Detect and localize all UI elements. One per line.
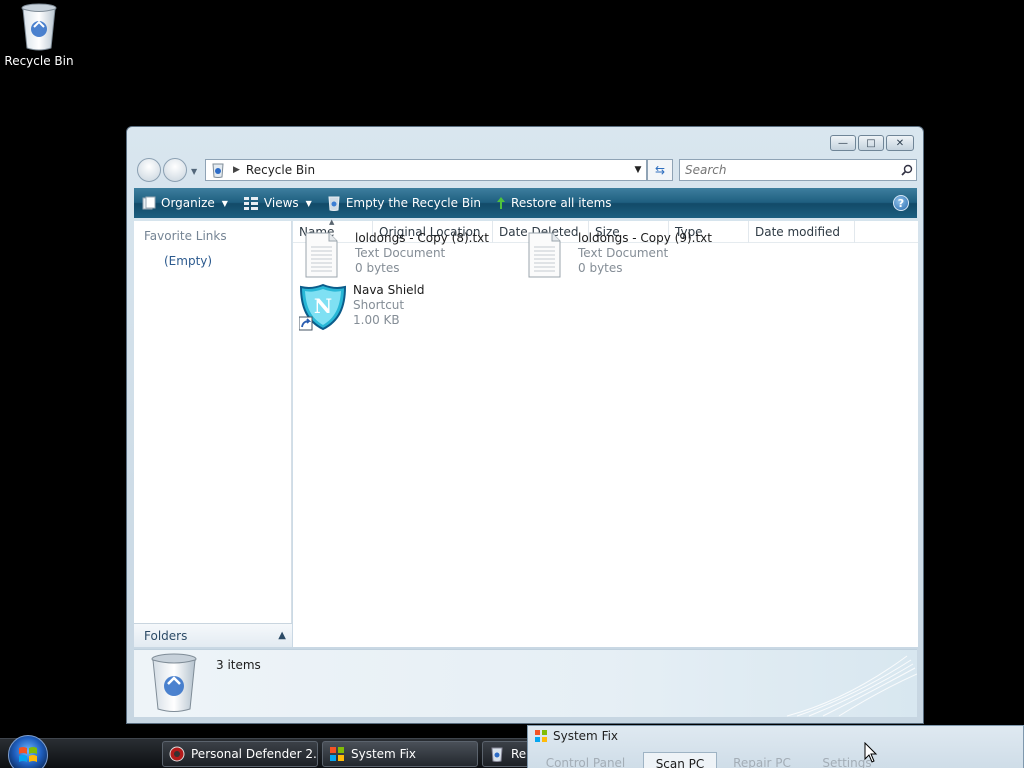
refresh-button[interactable]: ⇆	[647, 159, 673, 181]
folders-label: Folders	[144, 628, 188, 643]
file-size: 0 bytes	[355, 261, 400, 275]
text-document-icon	[301, 231, 349, 279]
close-button[interactable]: ✕	[886, 135, 914, 151]
file-item[interactable]: N Nava Shield Shortcut 1.00 KB	[298, 283, 425, 331]
search-icon[interactable]	[898, 164, 916, 176]
views-dropdown-icon: ▼	[305, 198, 312, 208]
minimize-button[interactable]: —	[830, 135, 856, 151]
address-bar[interactable]: ▶ Recycle Bin ▼	[205, 159, 647, 181]
tab-control-panel[interactable]: Control Panel	[528, 752, 643, 768]
file-type: Text Document	[578, 246, 669, 260]
details-pane: 3 items	[134, 649, 917, 717]
system-fix-icon	[329, 746, 345, 762]
help-button[interactable]: ?	[893, 195, 909, 211]
taskbar-button-system-fix[interactable]: System Fix	[322, 741, 478, 767]
file-size: 1.00 KB	[353, 313, 400, 327]
organize-menu[interactable]: Organize ▼	[134, 188, 235, 218]
system-fix-icon	[534, 729, 548, 743]
breadcrumb-separator-icon: ▶	[233, 165, 240, 175]
sort-ascending-icon: ▲	[329, 218, 335, 226]
refresh-icon: ⇆	[654, 163, 666, 177]
restore-icon	[496, 196, 506, 210]
taskbar-button-label: Personal Defender 2...	[191, 747, 318, 761]
file-name: loldongs - Copy (8).txt	[355, 231, 489, 245]
desktop-recycle-bin[interactable]: Recycle Bin	[4, 2, 74, 68]
file-size: 0 bytes	[578, 261, 623, 275]
system-fix-title-bar[interactable]: System Fix	[534, 729, 618, 743]
maximize-button[interactable]: □	[858, 135, 884, 151]
file-name: Nava Shield	[353, 283, 425, 297]
recent-pages-dropdown-icon[interactable]: ▼	[191, 167, 199, 176]
desktop: Recycle Bin — □ ✕ ▼ ▶ Recycle Bin ▼ ⇆ Se…	[0, 0, 1024, 768]
mouse-pointer-icon	[864, 742, 878, 763]
text-document-icon	[524, 231, 572, 279]
address-path: Recycle Bin	[245, 163, 316, 177]
recycle-bin-window: — □ ✕ ▼ ▶ Recycle Bin ▼ ⇆ Search Organiz…	[126, 126, 924, 724]
file-item[interactable]: loldongs - Copy (9).txt Text Document 0 …	[524, 231, 712, 279]
folders-toggle[interactable]: Folders ▲	[134, 623, 292, 647]
views-menu[interactable]: Views ▼	[235, 188, 319, 218]
svg-text:N: N	[314, 294, 332, 318]
file-item[interactable]: loldongs - Copy (8).txt Text Document 0 …	[301, 231, 489, 279]
nava-shield-icon: N	[298, 283, 347, 331]
search-input[interactable]	[680, 161, 898, 179]
system-fix-tabs: Control Panel Scan PC Repair PC Settings	[528, 752, 1023, 768]
system-fix-title: System Fix	[553, 729, 619, 743]
organize-dropdown-icon: ▼	[221, 198, 228, 208]
empty-recycle-bin-button[interactable]: Empty the Recycle Bin	[319, 188, 488, 218]
personal-defender-icon	[169, 746, 185, 762]
recycle-bin-icon	[489, 746, 505, 762]
desktop-recycle-bin-label: Recycle Bin	[4, 54, 74, 68]
views-icon	[243, 196, 259, 210]
file-name: loldongs - Copy (9).txt	[578, 231, 712, 245]
tab-repair-pc[interactable]: Repair PC	[717, 752, 807, 768]
empty-bin-icon	[327, 195, 341, 211]
taskbar-button-label: System Fix	[351, 747, 417, 761]
recycle-bin-icon	[21, 3, 57, 51]
column-date-modified-label: Date modified	[755, 225, 841, 239]
favorite-links-title: Favorite Links	[144, 229, 227, 243]
navigation-bar: ▼ ▶ Recycle Bin ▼ ⇆	[135, 157, 917, 183]
recycle-bin-small-icon	[212, 163, 224, 178]
navigation-pane: Favorite Links (Empty)	[134, 221, 292, 647]
command-bar: Organize ▼ Views ▼ Empty the Recycle Bin	[134, 188, 917, 218]
tab-scan-pc[interactable]: Scan PC	[643, 752, 717, 768]
restore-all-button[interactable]: Restore all items	[488, 188, 619, 218]
favorite-links-empty: (Empty)	[164, 254, 213, 268]
file-type: Shortcut	[353, 298, 405, 312]
organize-label: Organize	[161, 196, 215, 210]
chevron-up-icon: ▲	[278, 630, 286, 641]
caption-buttons: — □ ✕	[830, 135, 914, 151]
file-type: Text Document	[355, 246, 446, 260]
forward-button[interactable]	[163, 158, 187, 182]
start-button[interactable]	[8, 735, 48, 768]
system-fix-window: System Fix Control Panel Scan PC Repair …	[527, 725, 1024, 768]
search-box[interactable]	[679, 159, 917, 181]
taskbar-button-label: Re	[511, 747, 527, 761]
back-button[interactable]	[137, 158, 161, 182]
recycle-bin-large-icon	[151, 653, 197, 712]
empty-bin-label: Empty the Recycle Bin	[345, 196, 482, 210]
organize-icon	[142, 196, 156, 210]
restore-all-label: Restore all items	[511, 196, 612, 210]
views-label: Views	[263, 196, 299, 210]
address-dropdown-icon[interactable]: ▼	[630, 165, 646, 175]
windows-logo-icon	[19, 747, 37, 762]
decorative-swoosh	[786, 655, 917, 717]
taskbar-button-personal-defender[interactable]: Personal Defender 2...	[162, 741, 318, 767]
item-count: 3 items	[216, 658, 261, 672]
nav-arrows: ▼	[135, 158, 205, 182]
file-list-pane: ▲ Name Original Location Date Deleted Siz…	[293, 218, 918, 647]
column-date-modified[interactable]: Date modified	[749, 221, 855, 243]
